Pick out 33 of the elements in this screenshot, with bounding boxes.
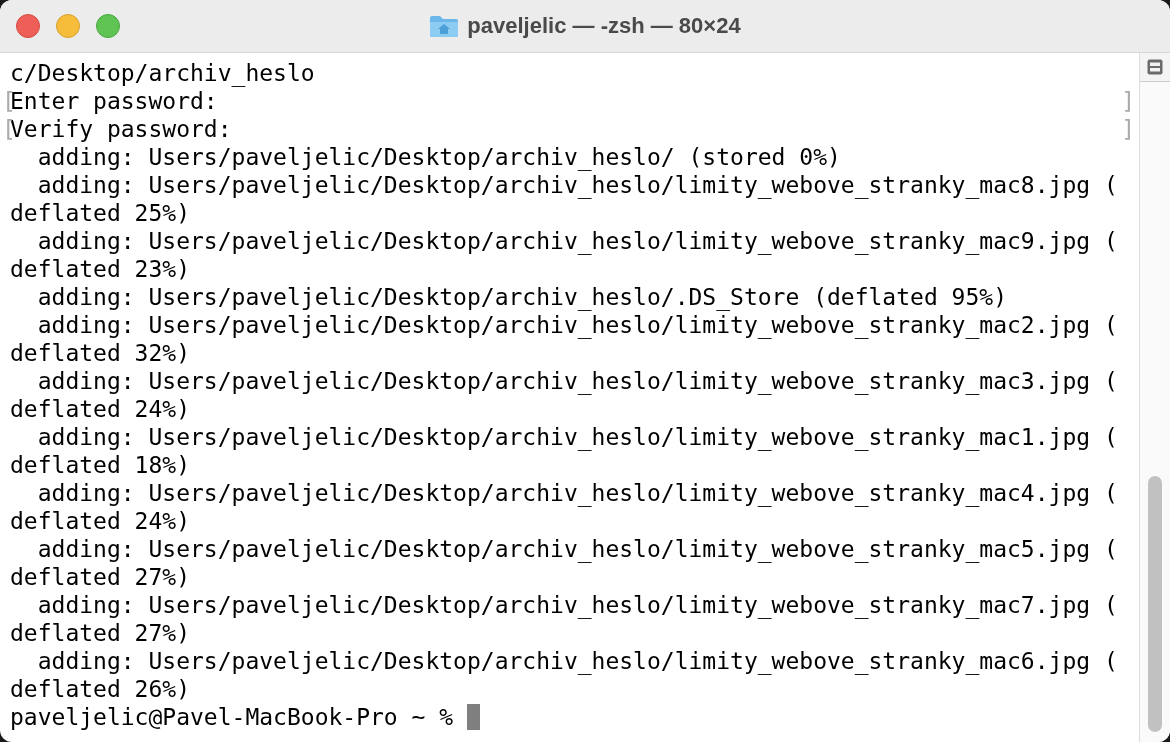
output-line: adding: Users/paveljelic/Desktop/archiv_heslo/limity_webove_stranky_mac2.jpg ( [36,311,1118,339]
output-line: deflated 23%) [10,255,190,283]
minimize-button[interactable] [56,14,80,38]
output-line: adding: Users/paveljelic/Desktop/archiv_heslo/.DS_Store (deflated 95%) [36,283,1007,311]
output-line: deflated 27%) [10,563,190,591]
output-line: adding: Users/paveljelic/Desktop/archiv_heslo/limity_webove_stranky_mac7.jpg ( [36,591,1118,619]
window-title: paveljelic — -zsh — 80×24 [467,13,741,39]
output-line: deflated 24%) [10,507,190,535]
output-line: deflated 26%) [10,675,190,703]
split-pane-button[interactable] [1140,53,1170,82]
output-line: adding: Users/paveljelic/Desktop/archiv_heslo/limity_webove_stranky_mac3.jpg ( [36,367,1118,395]
output-line: deflated 18%) [10,451,190,479]
output-line: adding: Users/paveljelic/Desktop/archiv_heslo/limity_webove_stranky_mac8.jpg ( [36,171,1118,199]
output-line: deflated 25%) [10,199,190,227]
zoom-button[interactable] [96,14,120,38]
output-line: c/Desktop/archiv_heslo [10,59,315,87]
home-folder-icon [429,14,460,38]
output-line: adding: Users/paveljelic/Desktop/archiv_heslo/limity_webove_stranky_mac5.jpg ( [36,535,1118,563]
output-line: adding: Users/paveljelic/Desktop/archiv_heslo/ (stored 0%) [36,143,841,171]
split-pane-icon [1147,59,1163,75]
output-line: deflated 27%) [10,619,190,647]
line-mark: ] [1121,115,1135,143]
output-line: adding: Users/paveljelic/Desktop/archiv_heslo/limity_webove_stranky_mac9.jpg ( [36,227,1118,255]
line-mark: ] [1121,87,1135,115]
output-line: deflated 24%) [10,395,190,423]
output-line: deflated 32%) [10,339,190,367]
output-line: adding: Users/paveljelic/Desktop/archiv_heslo/limity_webove_stranky_mac1.jpg ( [36,423,1118,451]
scroll-thumb[interactable] [1148,476,1162,732]
shell-prompt: paveljelic@Pavel-MacBook-Pro ~ % [10,703,455,731]
close-button[interactable] [16,14,40,38]
output-line: adding: Users/paveljelic/Desktop/archiv_heslo/limity_webove_stranky_mac6.jpg ( [36,647,1118,675]
output-line: adding: Users/paveljelic/Desktop/archiv_heslo/limity_webove_stranky_mac4.jpg ( [36,479,1118,507]
text-cursor [466,704,480,730]
